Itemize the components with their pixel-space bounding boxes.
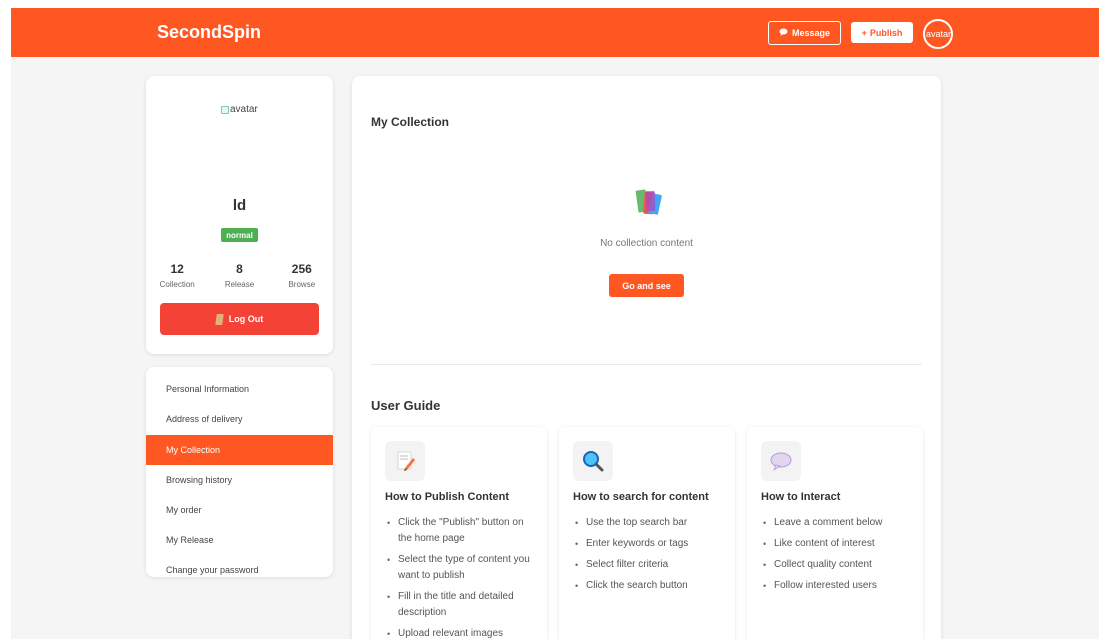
stat-value: 8 — [236, 262, 243, 276]
list-item: Upload relevant images — [387, 626, 537, 639]
list-item: Click the search button — [575, 578, 725, 594]
sidebar-item-browsing-history[interactable]: Browsing history — [146, 465, 333, 495]
plus-icon: + — [861, 27, 867, 38]
profile-card: avatar ld normal 12 Collection 8 Release… — [146, 76, 333, 354]
stat-browse[interactable]: 256 Browse — [271, 262, 333, 289]
books-icon — [632, 188, 666, 216]
stat-label: Release — [224, 280, 255, 289]
stat-release[interactable]: 8 Release — [208, 262, 270, 289]
sidebar-item-my-order[interactable]: My order — [146, 495, 333, 525]
stat-label: Browse — [288, 280, 316, 289]
header-avatar-alt: avatar — [926, 29, 952, 39]
list-item: Collect quality content — [763, 557, 913, 573]
publish-label: Publish — [869, 27, 903, 38]
publish-button[interactable]: + Publish — [851, 22, 913, 43]
guide-heading: How to search for content — [573, 491, 709, 503]
list-item: Leave a comment below — [763, 515, 913, 531]
page-title: My Collection — [371, 115, 450, 129]
user-guide-title: User Guide — [371, 398, 441, 413]
pencil-paper-icon — [385, 441, 425, 481]
door-icon — [214, 313, 224, 325]
list-item: Fill in the title and detailed descripti… — [387, 589, 537, 621]
guide-card-interact: How to Interact Leave a comment below Li… — [747, 427, 923, 639]
sidebar-menu: Personal Information Address of delivery… — [146, 367, 333, 577]
guide-list: Use the top search bar Enter keywords or… — [575, 515, 725, 599]
stat-label: Collection — [159, 280, 195, 289]
stat-collection[interactable]: 12 Collection — [146, 262, 208, 289]
list-item: Enter keywords or tags — [575, 536, 725, 552]
guide-card-search: How to search for content Use the top se… — [559, 427, 735, 639]
list-item: Select filter criteria — [575, 557, 725, 573]
list-item: Select the type of content you want to p… — [387, 552, 537, 584]
speech-bubble-icon — [761, 441, 801, 481]
list-item: Use the top search bar — [575, 515, 725, 531]
header-avatar[interactable]: avatar — [923, 19, 953, 49]
go-and-see-button[interactable]: Go and see — [609, 274, 684, 297]
logout-label: Log Out — [228, 314, 264, 324]
avatar-alt-text: avatar — [230, 104, 258, 115]
message-label: Message — [791, 28, 831, 38]
top-header: SecondSpin Message + Publish avatar — [11, 8, 1099, 57]
stat-value: 12 — [170, 262, 184, 276]
status-badge: normal — [221, 228, 258, 242]
username: ld — [232, 197, 247, 214]
avatar: avatar — [221, 104, 258, 115]
magnifier-icon — [573, 441, 613, 481]
guide-list: Leave a comment below Like content of in… — [763, 515, 913, 599]
sidebar-item-my-release[interactable]: My Release — [146, 525, 333, 555]
profile-stats: 12 Collection 8 Release 256 Browse — [146, 262, 333, 289]
sidebar-item-my-collection[interactable]: My Collection — [146, 435, 333, 465]
guide-heading: How to Interact — [761, 491, 841, 503]
sidebar-item-change-password[interactable]: Change your password — [146, 555, 333, 577]
broken-image-icon — [221, 105, 229, 114]
sidebar-item-personal-information[interactable]: Personal Information — [146, 374, 333, 404]
empty-state-text: No collection content — [600, 238, 693, 249]
list-item: Click the "Publish" button on the home p… — [387, 515, 537, 547]
site-logo[interactable]: SecondSpin — [157, 22, 261, 43]
guide-list: Click the "Publish" button on the home p… — [387, 515, 537, 639]
stat-value: 256 — [291, 262, 312, 276]
list-item: Follow interested users — [763, 578, 913, 594]
list-item: Like content of interest — [763, 536, 913, 552]
guide-heading: How to Publish Content — [385, 491, 510, 503]
guide-card-publish: How to Publish Content Click the "Publis… — [371, 427, 547, 639]
logout-button[interactable]: Log Out — [160, 303, 319, 335]
sidebar-item-address-of-delivery[interactable]: Address of delivery — [146, 404, 333, 434]
main-panel: My Collection No collection content Go a… — [352, 76, 941, 639]
divider — [371, 364, 922, 365]
chat-icon — [779, 28, 788, 38]
message-button[interactable]: Message — [768, 21, 841, 45]
